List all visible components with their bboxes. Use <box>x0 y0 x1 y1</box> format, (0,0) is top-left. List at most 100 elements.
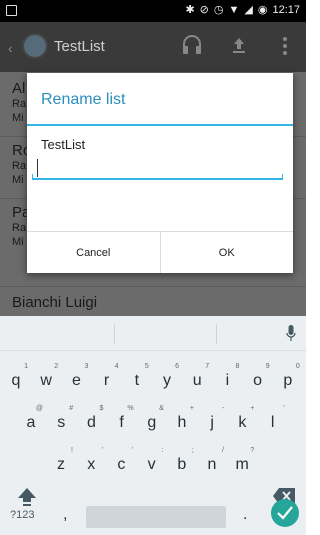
key-hint: @ <box>35 405 43 412</box>
key-label: z <box>57 456 65 473</box>
key-o[interactable]: o9 <box>244 363 272 390</box>
back-chevron-icon[interactable]: ‹ <box>8 40 13 56</box>
key-w[interactable]: w2 <box>32 363 60 390</box>
key-n[interactable]: n / <box>198 447 226 474</box>
key-l[interactable]: l ' <box>259 405 287 432</box>
key-hint: 5 <box>144 363 149 370</box>
overflow-menu-icon[interactable] <box>282 36 288 56</box>
key-v[interactable]: v: <box>138 447 166 474</box>
key-hint: - <box>221 405 225 412</box>
clock: 12:17 <box>272 3 300 16</box>
mic-icon[interactable] <box>286 325 296 343</box>
key-label: p <box>283 372 293 389</box>
key-hint: % <box>127 405 134 412</box>
key-hint: 3 <box>84 363 89 370</box>
key-r[interactable]: r4 <box>93 363 121 390</box>
suggestion-strip <box>0 316 306 351</box>
key-a[interactable]: a @ <box>17 405 45 432</box>
list-name-input[interactable] <box>32 159 286 191</box>
key-hint: ' <box>283 405 285 412</box>
dialog-button-bar: Cancel OK <box>27 231 293 273</box>
list-item[interactable]: Al Ra Mi <box>12 80 26 125</box>
key-hint: 7 <box>205 363 210 370</box>
key-hint: + <box>189 405 194 412</box>
symbols-key[interactable]: ?123 <box>10 509 34 521</box>
key-label: a <box>26 414 36 431</box>
key-s[interactable]: s # <box>47 405 75 432</box>
headset-icon[interactable] <box>181 33 203 57</box>
key-label: v <box>147 456 156 473</box>
key-label: x <box>87 456 96 473</box>
list-item[interactable]: Bianchi Luigi <box>12 294 97 311</box>
key-label: t <box>134 372 140 389</box>
key-label: n <box>207 456 217 473</box>
comma-key[interactable]: , <box>63 506 67 524</box>
key-label: l <box>270 414 275 431</box>
bluetooth-icon: ✱ <box>185 4 195 16</box>
key-hint: 8 <box>235 363 240 370</box>
key-z[interactable]: z! <box>47 447 75 474</box>
alarm-icon: ◷ <box>213 4 224 16</box>
do-not-disturb-icon: ⊘ <box>199 4 209 16</box>
key-hint: 9 <box>265 363 270 370</box>
action-bar: ‹ TestList <box>0 22 306 72</box>
notification-icon <box>6 5 17 16</box>
space-bar[interactable] <box>86 506 226 528</box>
period-key[interactable]: . <box>243 506 247 524</box>
key-b[interactable]: b; <box>168 447 196 474</box>
shift-icon[interactable] <box>16 487 38 507</box>
key-p[interactable]: p0 <box>274 363 302 390</box>
key-h[interactable]: h + <box>168 405 196 432</box>
cancel-button[interactable]: Cancel <box>27 232 160 273</box>
key-label: f <box>119 414 124 431</box>
app-logo[interactable] <box>22 33 48 59</box>
key-j[interactable]: j- <box>198 405 226 432</box>
key-hint: ' <box>132 447 134 454</box>
key-d[interactable]: d $ <box>77 405 105 432</box>
key-i[interactable]: i8 <box>213 363 241 390</box>
wifi-icon: ▼ <box>228 3 240 16</box>
key-q[interactable]: q1 <box>2 363 30 390</box>
key-label: q <box>11 372 21 389</box>
key-m[interactable]: m? <box>228 447 256 474</box>
key-t[interactable]: t5 <box>123 363 151 390</box>
ok-button[interactable]: OK <box>159 232 293 273</box>
key-y[interactable]: y6 <box>153 363 181 390</box>
key-hint: 1 <box>24 363 28 370</box>
key-label: d <box>86 414 96 431</box>
key-label: s <box>57 414 66 431</box>
key-hint: ? <box>250 447 255 454</box>
key-u[interactable]: u7 <box>183 363 211 390</box>
status-icons: ✱ ⊘ ◷ ▼ ◢ ◉ 12:17 <box>185 3 300 17</box>
done-key[interactable] <box>271 499 299 527</box>
input-underline <box>32 174 283 180</box>
status-bar: ✱ ⊘ ◷ ▼ ◢ ◉ 12:17 <box>0 0 306 22</box>
key-label: r <box>103 372 110 389</box>
key-label: o <box>253 372 263 389</box>
checkmark-icon <box>277 506 293 520</box>
key-x[interactable]: x ' <box>77 447 105 474</box>
key-label: j <box>210 414 214 431</box>
key-hint: 4 <box>114 363 119 370</box>
key-g[interactable]: g & <box>138 405 166 432</box>
key-hint: # <box>69 405 74 412</box>
key-hint: / <box>222 447 224 454</box>
key-hint: 0 <box>295 363 300 370</box>
key-label: u <box>192 372 202 389</box>
key-e[interactable]: e3 <box>62 363 90 390</box>
key-f[interactable]: f% <box>108 405 136 432</box>
key-hint: ; <box>191 447 194 454</box>
divider <box>0 286 306 287</box>
title-divider <box>27 124 293 126</box>
upload-icon[interactable] <box>231 36 247 54</box>
suggestion-divider <box>114 324 115 344</box>
key-k[interactable]: k + <box>228 405 256 432</box>
key-label: g <box>147 414 157 431</box>
key-label: k <box>238 414 247 431</box>
suggestion-divider <box>216 324 217 344</box>
key-label: e <box>71 372 81 389</box>
key-label: w <box>40 372 52 389</box>
dialog-message: TestList <box>41 137 86 152</box>
soft-keyboard: ?123 , . q 1 w 2 e 3 r 4 t 5 y 6 u 7 i 8 o 9 p 0 a @ s # d $ f% g & h… <box>0 316 306 535</box>
key-c[interactable]: c ' <box>107 447 135 474</box>
